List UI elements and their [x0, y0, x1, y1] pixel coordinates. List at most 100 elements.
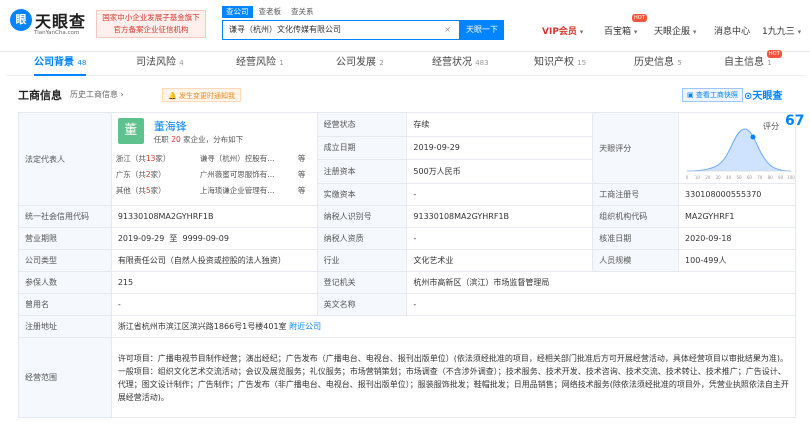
list-item: 其他（共5家） 上海琐谦企业管理有... 等	[115, 186, 306, 195]
history-link[interactable]: 历史工商信息 ›	[70, 89, 124, 100]
clear-icon[interactable]: ×	[444, 21, 451, 39]
region-mid: 共	[138, 170, 146, 179]
tab-judicial-risk[interactable]: 司法风险 4	[136, 52, 184, 76]
region: 其他	[115, 186, 131, 195]
former-name-value: -	[110, 293, 318, 316]
tab-history[interactable]: 历史信息 5	[634, 52, 682, 76]
region-mid: 共	[138, 186, 146, 195]
snapshot-button[interactable]: ▣ 查看工商快照	[682, 88, 743, 102]
region: 浙江	[115, 154, 131, 163]
logo[interactable]: 眼 天眼查 TianYanCha.com	[10, 8, 94, 38]
company-type-label: 公司类型	[18, 249, 112, 272]
more-label: 等	[297, 186, 306, 195]
tab-count: 48	[77, 59, 87, 67]
tab-count: 1	[279, 59, 284, 67]
tab-operation-risk[interactable]: 经营风险 1	[236, 52, 284, 76]
shop-label: 百宝箱	[604, 27, 632, 37]
nav-corp[interactable]: 天眼企服 ▾	[654, 24, 696, 37]
tab-ip[interactable]: 知识产权 15	[534, 52, 586, 76]
address-value: 浙江省杭州市滨江区滨兴路1866号1号楼401室	[117, 322, 287, 331]
credit-code-label: 统一社会信用代码	[18, 205, 112, 228]
vip-label: VIP会员	[542, 27, 577, 37]
address-label: 注册地址	[18, 315, 112, 338]
legal-rep-name[interactable]: 董海锋	[154, 118, 187, 134]
company-link[interactable]: 上海琐谦企业管理有...	[200, 185, 275, 196]
registrar-value: 杭州市高新区（滨江）市场监督管理局	[406, 271, 796, 294]
taxpayer-qual-label: 纳税人资质	[316, 227, 408, 250]
logo-eye-icon: 眼	[10, 9, 32, 31]
approval-date-label: 核准日期	[592, 227, 680, 250]
brand-watermark: ⊙天眼查	[744, 91, 783, 102]
insured-value: 215	[110, 271, 318, 294]
nav-messages[interactable]: 消息中心	[714, 24, 750, 37]
chevron-down-icon: ▾	[579, 28, 584, 36]
section-title: 工商信息	[18, 89, 62, 102]
tab-count: 483	[475, 59, 489, 67]
search-tab-relation[interactable]: 查关系	[287, 6, 318, 18]
tab-label: 自主信息	[724, 57, 764, 68]
more-label: 等	[297, 170, 306, 179]
axis-tick-label: 70	[757, 175, 763, 180]
nav-vip[interactable]: VIP会员 ▾	[542, 24, 583, 37]
axis-tick-label: 80	[768, 175, 774, 180]
company-link[interactable]: 广州薇蜜可思服饰有...	[200, 169, 275, 180]
tab-count: 2	[379, 59, 384, 67]
notify-button[interactable]: 🔔 发生变更时通知我	[162, 88, 241, 102]
staff-size-value: 100-499人	[678, 249, 796, 272]
search-input[interactable]: 谦寻（杭州）文化传媒有限公司 ×	[222, 20, 460, 40]
scope-value: 许可项目：广播电视节目制作经营；演出经纪；广告发布（广播电台、电视台、报刊出版单…	[110, 337, 797, 418]
search-input-value: 谦寻（杭州）文化传媒有限公司	[229, 25, 341, 34]
nearby-companies-link[interactable]: 附近公司	[289, 322, 321, 331]
axis-tick-label: 40	[726, 175, 732, 180]
axis-tick-label: 20	[705, 175, 711, 180]
axis-tick-label: 30	[716, 175, 722, 180]
tab-label: 知识产权	[534, 57, 574, 68]
region: 广东	[115, 170, 131, 179]
logo-title: 天眼查	[35, 12, 87, 31]
region-end: 家	[150, 170, 159, 179]
reg-capital-label: 注册资本	[316, 159, 408, 184]
tab-development[interactable]: 公司发展 2	[336, 52, 384, 76]
summary-count: 20	[171, 135, 181, 144]
summary-pre: 任职	[153, 135, 169, 144]
search-button[interactable]: 天眼一下	[460, 20, 504, 40]
industry-value: 文化艺术业	[406, 249, 594, 272]
search-tab-company[interactable]: 查公司	[222, 6, 253, 18]
snapshot-label: 查看工商快照	[695, 91, 738, 99]
axis-tick-label: 100	[787, 175, 795, 180]
gov-badge: 国家中小企业发展子基金旗下 官方备案企业征信机构	[96, 10, 206, 38]
chevron-down-icon: ▾	[633, 28, 638, 36]
address-cell: 浙江省杭州市滨江区滨兴路1866号1号楼401室 附近公司	[110, 315, 797, 338]
business-info-table: 法定代表人 董 董海锋 任职 20 家企业，分布如下 浙江（共13家） 谦寻（杭州…	[18, 112, 805, 418]
hot-badge: HOT	[632, 14, 647, 22]
company-link[interactable]: 谦寻（杭州）控股有...	[200, 153, 275, 164]
reg-capital-value: 500万人民币	[406, 159, 594, 184]
camera-icon: ▣	[687, 91, 694, 99]
scope-label: 经营范围	[18, 337, 112, 418]
score-marker	[750, 134, 756, 140]
top-header: 眼 天眼查 TianYanCha.com 国家中小企业发展子基金旗下 官方备案企…	[0, 0, 810, 52]
score-distribution-chart: 0 10 20 30 40 50 60 70 80 90 100	[686, 128, 795, 180]
credit-code-value: 91330108MA2GYHRF1B	[110, 205, 318, 228]
tab-operation-status[interactable]: 经营状况 483	[432, 52, 489, 76]
paid-capital-label: 实缴资本	[316, 183, 408, 206]
registrar-label: 登记机关	[316, 271, 408, 294]
reg-no-label: 工商注册号	[592, 183, 680, 206]
search-tab-boss[interactable]: 查老板	[255, 6, 286, 18]
taxpayer-id-value: 91330108MA2GYHRF1B	[406, 205, 594, 228]
axis-tick-label: 60	[747, 175, 753, 180]
list-item: 广东（共2家） 广州薇蜜可思服饰有... 等	[115, 170, 306, 179]
tab-self-info[interactable]: 自主信息 1 HOT	[724, 50, 782, 76]
gov-badge-line2: 官方备案企业征信机构	[113, 25, 189, 34]
nav-shop[interactable]: HOT 百宝箱 ▾	[604, 14, 647, 37]
table-row: 公司类型 有限责任公司（自然人投资或控股的法人独资） 行业 文化艺术业 人员规模 10…	[18, 249, 796, 272]
nav-user[interactable]: 1九九三 ▾	[762, 24, 801, 37]
tab-count: 4	[179, 59, 184, 67]
table-row: 注册地址 浙江省杭州市滨江区滨兴路1866号1号楼401室 附近公司	[18, 315, 797, 338]
taxpayer-id-label: 纳税人识别号	[316, 205, 408, 228]
table-row: 营业期限 2019-09-29 至 9999-09-09 纳税人资质 - 核准日期 2…	[18, 227, 796, 250]
legal-rep-label: 法定代表人	[18, 112, 112, 206]
tab-count: 15	[577, 59, 587, 67]
founded-label: 成立日期	[316, 135, 408, 161]
tab-background[interactable]: 公司背景 48	[34, 52, 87, 76]
